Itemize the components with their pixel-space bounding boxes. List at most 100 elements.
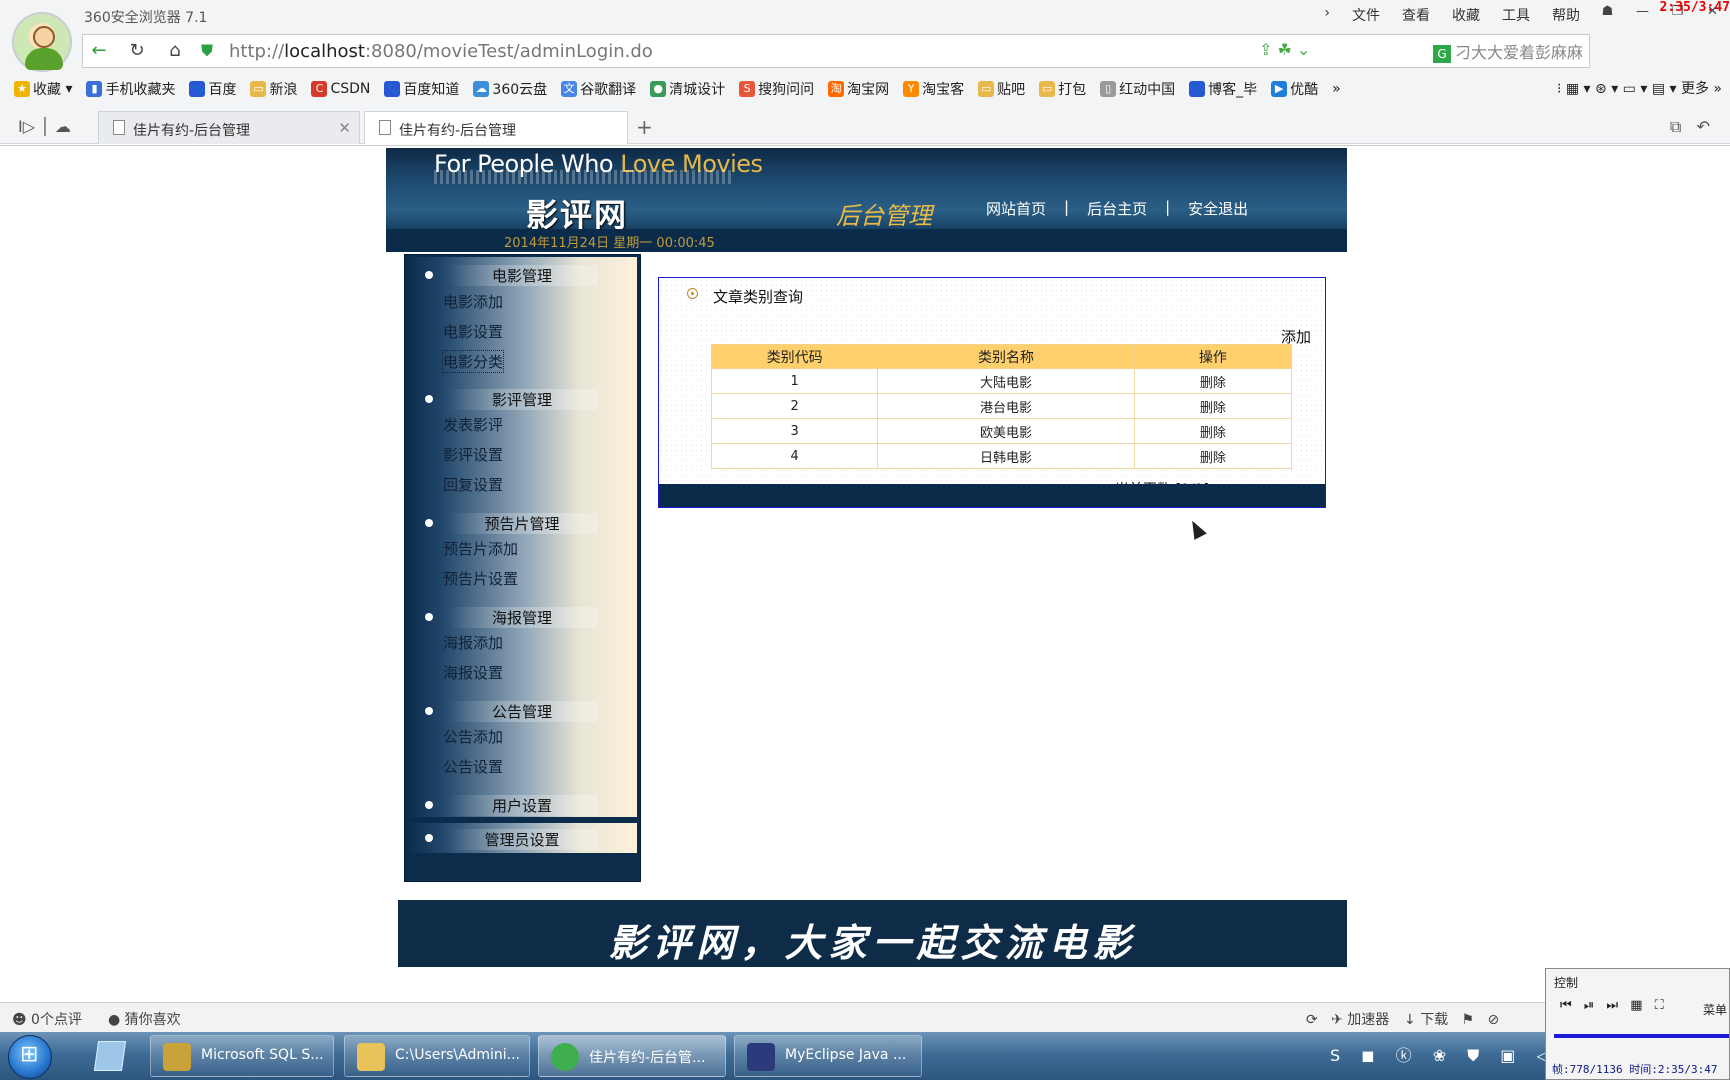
category-name: 日韩电影: [877, 443, 1135, 469]
sidebar-section-posters[interactable]: 海报管理: [407, 605, 637, 629]
delete-link[interactable]: 删除: [1133, 443, 1293, 469]
myeclipse-icon: [747, 1043, 775, 1071]
minimize-button[interactable]: —: [1625, 0, 1660, 26]
sidebar-section-admins[interactable]: 管理员设置: [407, 823, 637, 853]
sidebar-item-add-notice[interactable]: 公告添加: [443, 726, 503, 747]
nav-logout[interactable]: 安全退出: [1188, 198, 1248, 219]
nav-site-home[interactable]: 网站首页: [986, 198, 1046, 219]
sidebar-item-add-movie[interactable]: 电影添加: [443, 291, 503, 312]
recorder-controls[interactable]: ⏮ ⏯ ⏭ ▦ ⛶: [1560, 998, 1668, 1013]
pinned-app-icon[interactable]: [82, 1036, 138, 1076]
home-icon[interactable]: ⌂: [163, 39, 187, 63]
sidebar-item-add-poster[interactable]: 海报添加: [443, 632, 503, 653]
sidebar-item-trailer-settings[interactable]: 预告片设置: [443, 568, 518, 589]
taskbar-browser[interactable]: 佳片有约-后台管...: [538, 1035, 726, 1077]
footer-slogan: 影评网，大家一起交流电影: [608, 920, 1137, 965]
bookmark-item[interactable]: ▭ 贴吧: [978, 78, 1025, 100]
bookmark-item[interactable]: ▯ 红动中国: [1100, 78, 1175, 100]
sidebar-section-users[interactable]: 用户设置: [407, 793, 637, 817]
nav-admin-home[interactable]: 后台主页: [1087, 198, 1147, 219]
bookmark-item[interactable]: 淘淘宝网: [828, 78, 889, 100]
tab-admin-2[interactable]: 佳片有约-后台管理: [364, 111, 628, 144]
sidebar-section-movies[interactable]: 电影管理: [407, 263, 637, 287]
bookmark-item[interactable]: ☁ 360云盘: [473, 78, 547, 100]
bookmark-item[interactable]: ▶ 优酷: [1271, 78, 1318, 100]
share-icon[interactable]: ⇪ ☘ ⌄: [1259, 40, 1310, 59]
refresh-icon[interactable]: ↻: [125, 39, 149, 63]
taskbar-myeclipse[interactable]: MyEclipse Java ...: [734, 1035, 922, 1077]
download-button[interactable]: ↓ 下载 ⚑ ⊘: [1404, 1009, 1499, 1029]
delete-link[interactable]: 删除: [1133, 418, 1293, 444]
sql-server-icon: [163, 1043, 191, 1071]
sidebar-item-reply-settings[interactable]: 回复设置: [443, 474, 503, 495]
bookmark-item[interactable]: 文谷歌翻译: [561, 78, 636, 100]
recorder-menu[interactable]: 菜单: [1703, 1001, 1727, 1018]
menu-tools[interactable]: 工具: [1502, 5, 1530, 25]
sidebar-item-movie-settings[interactable]: 电影设置: [443, 321, 503, 342]
sidebar-item-poster-settings[interactable]: 海报设置: [443, 662, 503, 683]
new-tab-button[interactable]: +: [636, 115, 653, 139]
bookmarks-overflow-icon[interactable]: »: [1332, 78, 1341, 100]
bookmark-item[interactable]: ▭ 新浪: [250, 78, 297, 100]
restore-tab-icon[interactable]: ⧉ ↶: [1670, 117, 1710, 137]
bookmarks-bar: ★ 收藏 ▾ ▮ 手机收藏夹 🐾 百度 ▭ 新浪 C CSDN 🐾 百度知道 ☁ 360云盘 …: [14, 78, 1355, 100]
guess-you-like[interactable]: ● 猜你喜欢: [108, 1009, 181, 1029]
bookmark-item[interactable]: 🐾 百度知道: [384, 78, 459, 100]
skin-icon[interactable]: ☗: [1590, 0, 1625, 26]
sidebar-item-post-review[interactable]: 发表影评: [443, 414, 503, 435]
bookmark-item[interactable]: C CSDN: [311, 78, 370, 100]
browser-menu-bar: › 文件 查看 收藏 工具 帮助: [1324, 5, 1580, 25]
back-arrow-icon[interactable]: ←: [87, 39, 111, 63]
bookmark-item[interactable]: ● 清城设计: [650, 78, 725, 100]
menu-file[interactable]: 文件: [1352, 5, 1380, 25]
sidebar-item-notice-settings[interactable]: 公告设置: [443, 756, 503, 777]
start-button[interactable]: [8, 1035, 52, 1079]
browser-chrome: 360安全浏览器 7.1 › 文件 查看 收藏 工具 帮助 ☗ — ❐ ✕ 2:…: [0, 0, 1730, 144]
security-shield-icon[interactable]: ⛊: [195, 39, 219, 63]
category-code: 1: [710, 368, 879, 394]
delete-link[interactable]: 删除: [1133, 368, 1293, 394]
sidebar-section-trailers[interactable]: 预告片管理: [407, 511, 637, 535]
bookmark-favorites[interactable]: ★ 收藏 ▾: [14, 78, 72, 100]
user-avatar[interactable]: [12, 12, 72, 72]
sidebar-item-add-trailer[interactable]: 预告片添加: [443, 538, 518, 559]
category-code: 4: [710, 443, 879, 469]
table-row: 1 大陆电影 删除: [710, 368, 1293, 394]
comments-count[interactable]: ☻ 0个点评: [12, 1009, 82, 1029]
recorder-progress[interactable]: [1554, 1034, 1729, 1038]
bookmark-item[interactable]: 🐾 博客_毕: [1189, 78, 1257, 100]
web-page: For People Who Love Movies 影评网 后台管理 网站首页…: [0, 145, 1730, 1000]
bookmark-item[interactable]: ▮ 手机收藏夹: [86, 78, 175, 100]
sidebar-toggle-icon[interactable]: I▷ │ ☁: [18, 117, 71, 136]
tab-admin-1[interactable]: 佳片有约-后台管理 ✕: [98, 111, 360, 144]
system-tray[interactable]: S ◼ ⓚ ❀ ⛊ ▣ ◁): [1330, 1042, 1571, 1066]
accelerator-button[interactable]: ⟳ ✈ 加速器: [1306, 1009, 1389, 1029]
bookmark-item[interactable]: ▭ 打包: [1039, 78, 1086, 100]
windows-taskbar: Microsoft SQL S... C:\Users\Admini... 佳片…: [0, 1032, 1730, 1080]
url-field[interactable]: http://localhost:8080/movieTest/adminLog…: [229, 41, 653, 62]
menu-help[interactable]: 帮助: [1552, 5, 1580, 25]
bookmarks-more[interactable]: ⁝ ▦ ▾ ⊛ ▾ ▭ ▾ ▤ ▾ 更多 »: [1557, 78, 1722, 98]
recorder-panel: 控制 ⏮ ⏯ ⏭ ▦ ⛶ 菜单 帧:778/1136 时间:2:35/3:47: [1545, 968, 1730, 1080]
column-header-name: 类别名称: [877, 344, 1135, 369]
sidebar-section-reviews[interactable]: 影评管理: [407, 387, 637, 411]
sidebar-item-movie-category[interactable]: 电影分类: [441, 350, 505, 373]
table-header-row: 类别代码 类别名称 操作: [710, 344, 1293, 369]
menu-favorites[interactable]: 收藏: [1452, 5, 1480, 25]
current-date: 2014年11月24日 星期一 00:00:45: [504, 236, 715, 251]
taskbar-sql-server[interactable]: Microsoft SQL S...: [150, 1035, 334, 1077]
browser-status-bar: ☻ 0个点评 ● 猜你喜欢 ⟳ ✈ 加速器 ↓ 下载 ⚑ ⊘: [0, 1002, 1730, 1032]
tab-close-icon[interactable]: ✕: [338, 119, 351, 137]
sidebar-section-notices[interactable]: 公告管理: [407, 699, 637, 723]
bookmark-item[interactable]: Y 淘宝客: [903, 78, 964, 100]
sidebar-item-review-settings[interactable]: 影评设置: [443, 444, 503, 465]
search-input[interactable]: G刁大大爱着彭麻麻 ⌕: [1433, 39, 1730, 63]
bookmark-item[interactable]: 🐾 百度: [189, 78, 236, 100]
menu-view[interactable]: 查看: [1402, 5, 1430, 25]
search-engine-icon[interactable]: G: [1433, 45, 1451, 63]
bullet-icon: [425, 707, 433, 715]
taskbar-explorer[interactable]: C:\Users\Admini...: [344, 1035, 530, 1077]
recorder-title: 控制: [1554, 976, 1579, 990]
bookmark-item[interactable]: S 搜狗问问: [739, 78, 814, 100]
delete-link[interactable]: 删除: [1133, 393, 1293, 419]
